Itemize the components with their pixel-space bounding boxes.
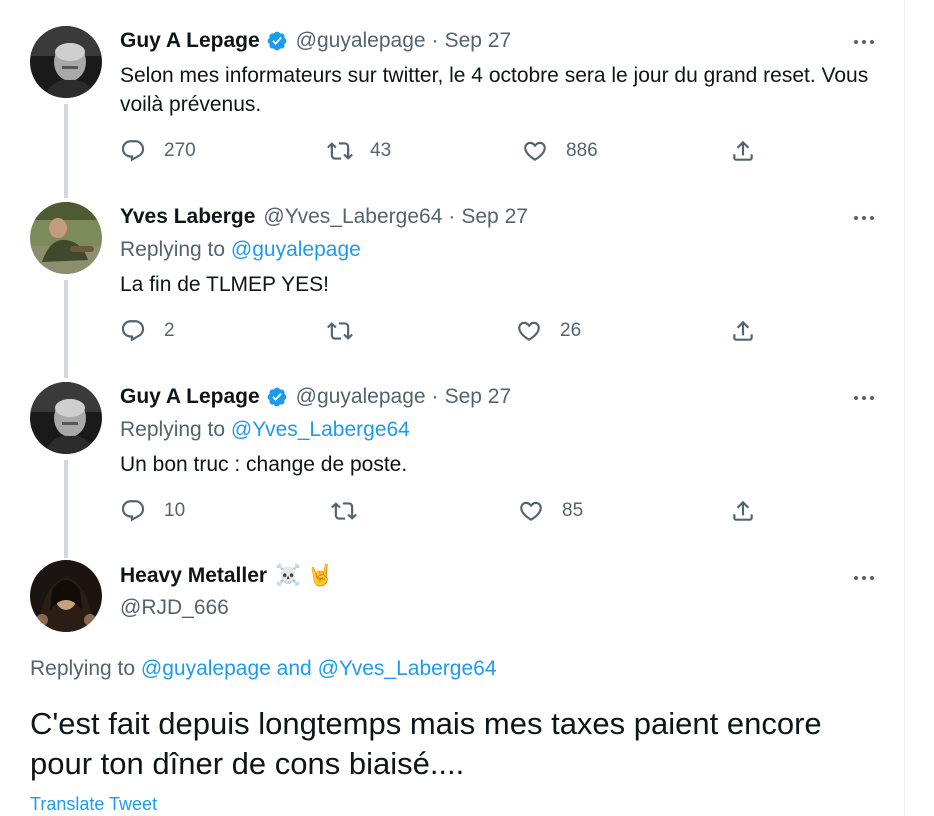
name-emoji: ☠️ 🤘 [275,564,334,587]
avatar[interactable] [30,26,102,98]
separator-dot: · [431,29,439,52]
replying-to-and: and [276,657,312,680]
replying-to-label: Replying to [120,418,226,441]
translate-tweet-link[interactable]: Translate Tweet [30,794,157,815]
reply-count: 10 [164,500,186,521]
more-icon[interactable] [848,566,880,590]
like-count: 26 [560,320,582,341]
replying-to: Replying to @guyalepage [120,238,361,262]
like-button[interactable]: 886 [522,138,598,164]
separator-dot: · [448,205,456,228]
replying-to: Replying to @Yves_Laberge64 [120,418,410,442]
tweet-3[interactable]: Guy A Lepage @guyalepage · Sep 27 Replyi… [0,370,904,558]
replying-to-handle[interactable]: @Yves_Laberge64 [318,657,497,680]
reply-icon [120,138,146,164]
retweet-icon [330,498,358,524]
like-button[interactable]: 85 [518,498,583,524]
retweet-button[interactable] [326,318,354,344]
avatar[interactable] [30,382,102,454]
tweet-header: Guy A Lepage @guyalepage · Sep 27 [120,385,511,409]
thread-line [64,460,68,558]
handle[interactable]: @guyalepage [296,29,426,53]
share-button[interactable] [730,318,756,344]
avatar[interactable] [30,560,102,632]
heart-icon [518,498,544,524]
replying-to-label: Replying to [30,657,136,680]
thread-line [64,176,68,190]
display-name[interactable]: Guy A Lepage [120,29,260,53]
replying-to-handle[interactable]: @Yves_Laberge64 [231,418,410,441]
conversation-thread: Guy A Lepage @guyalepage · Sep 27 Selon … [0,0,904,816]
display-name[interactable]: Yves Laberge [120,205,255,229]
tweet-text: C'est fait depuis longtemps mais mes tax… [30,706,822,781]
heart-icon [522,138,548,164]
tweet-1[interactable]: Guy A Lepage @guyalepage · Sep 27 Selon … [0,0,904,198]
replying-to-label: Replying to [120,238,226,261]
like-button[interactable]: 26 [516,318,581,344]
share-icon [730,498,756,524]
column-divider [904,0,905,816]
handle[interactable]: @Yves_Laberge64 [263,205,442,229]
more-icon[interactable] [848,206,880,230]
replying-to: Replying to @guyalepage and @Yves_Laberg… [30,657,497,681]
replying-to-handle[interactable]: @guyalepage [231,238,361,261]
handle[interactable]: @guyalepage [296,385,426,409]
tweet-text: La fin de TLMEP YES! [120,273,329,296]
avatar[interactable] [30,202,102,274]
verified-badge-icon [266,386,288,408]
reply-button[interactable]: 270 [120,138,196,164]
reply-icon [120,498,146,524]
tweet-text: Un bon truc : change de poste. [120,453,408,476]
tweet-date[interactable]: Sep 27 [461,205,528,229]
like-count: 85 [562,500,584,521]
tweet-header: Heavy Metaller ☠️ 🤘 [120,564,333,588]
tweet-text: Selon mes informateurs sur twitter, le 4… [120,64,869,116]
heart-icon [516,318,542,344]
handle[interactable]: @RJD_666 [120,596,229,620]
verified-badge-icon [266,30,288,52]
share-button[interactable] [730,498,756,524]
retweet-button[interactable] [330,498,358,524]
share-button[interactable] [730,138,756,164]
tweet-date[interactable]: Sep 27 [445,29,512,53]
display-name[interactable]: Heavy Metaller [120,564,267,588]
reply-button[interactable]: 2 [120,318,175,344]
tweet-2[interactable]: Yves Laberge @Yves_Laberge64 · Sep 27 Re… [0,176,904,378]
tweet-date[interactable]: Sep 27 [445,385,512,409]
separator-dot: · [431,385,439,408]
share-icon [730,138,756,164]
reply-count: 270 [164,140,196,161]
retweet-count: 43 [370,140,392,161]
reply-count: 2 [164,320,175,341]
reply-icon [120,318,146,344]
thread-line [64,280,68,378]
retweet-icon [326,138,354,164]
more-icon[interactable] [848,30,880,54]
display-name[interactable]: Guy A Lepage [120,385,260,409]
more-icon[interactable] [848,386,880,410]
like-count: 886 [566,140,598,161]
retweet-icon [326,318,354,344]
tweet-header: Guy A Lepage @guyalepage · Sep 27 [120,29,511,53]
share-icon [730,318,756,344]
reply-button[interactable]: 10 [120,498,185,524]
replying-to-handle[interactable]: @guyalepage [141,657,271,680]
tweet-header: Yves Laberge @Yves_Laberge64 · Sep 27 [120,205,528,229]
retweet-button[interactable]: 43 [326,138,391,164]
